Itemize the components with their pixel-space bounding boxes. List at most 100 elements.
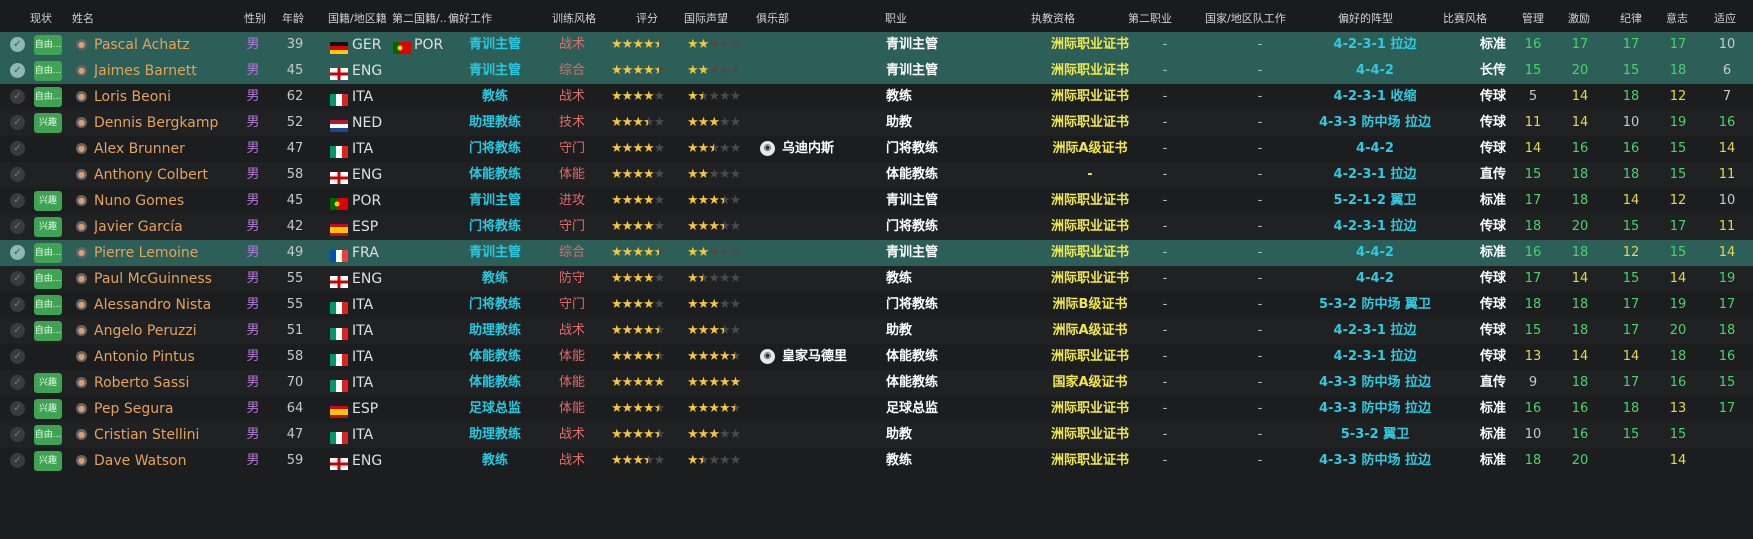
nationality-cell[interactable]: ITA bbox=[352, 292, 392, 318]
club-link[interactable]: 皇家马德里 bbox=[782, 344, 882, 370]
check-circle-icon[interactable]: ✓ bbox=[10, 375, 25, 390]
nationality-cell[interactable]: ENG bbox=[352, 448, 392, 474]
col-license[interactable]: 执教资格 bbox=[1031, 0, 1091, 32]
table-row[interactable]: ✓ 自由... ● Paul McGuinness 男 55 ENG 教练 防守 ★★★★★ ★★ ★… bbox=[0, 266, 1753, 292]
table-row[interactable]: ✓●Alex Brunner男47ITA门将教练守门★★★★★★★★★★★◉乌迪… bbox=[0, 136, 1753, 162]
check-circle-icon[interactable]: ✓ bbox=[10, 323, 25, 338]
check-circle-icon[interactable]: ✓ bbox=[10, 193, 25, 208]
nationality-cell[interactable]: NED bbox=[352, 110, 392, 136]
col-match-style[interactable]: 比赛风格 bbox=[1443, 0, 1503, 32]
flag-por-icon bbox=[393, 39, 411, 54]
status-badge: 自由... bbox=[34, 243, 62, 263]
age-cell: 58 bbox=[286, 167, 304, 182]
check-circle-icon[interactable]: ✓ bbox=[10, 401, 25, 416]
nationality-cell[interactable]: FRA bbox=[352, 240, 392, 266]
nationality-cell[interactable]: ITA bbox=[352, 318, 392, 344]
table-row[interactable]: ✓ 自由... ● Cristian Stellini 男 47 ITA 助理教练 战术 ★★★★… bbox=[0, 422, 1753, 448]
second-nationality-cell[interactable]: POR bbox=[414, 32, 454, 58]
nationality-cell[interactable]: ITA bbox=[352, 344, 392, 370]
col-national-team-job[interactable]: 国家/地区队工作 bbox=[1205, 0, 1305, 32]
table-row[interactable]: ✓ 自由... ● Angelo Peruzzi 男 51 ITA 助理教练 战术 ★★★★★ ★★… bbox=[0, 318, 1753, 344]
check-circle-icon[interactable]: ✓ bbox=[10, 427, 25, 442]
flag-eng-icon bbox=[330, 455, 348, 470]
determination-cell: 15 bbox=[1669, 245, 1687, 260]
table-row[interactable]: ✓ 自由... ● Pierre Lemoine 男 49 FRA 青训主管 综合 ★★★★★ ★★… bbox=[0, 240, 1753, 266]
check-circle-icon[interactable]: ✓ bbox=[10, 453, 25, 468]
management-cell: 9 bbox=[1528, 375, 1538, 390]
preferred-formation-cell: 4-2-3-1 拉边 bbox=[1333, 323, 1417, 338]
license-cell: 洲际职业证书 bbox=[1050, 115, 1129, 130]
nationality-cell[interactable]: ITA bbox=[352, 422, 392, 448]
check-circle-icon[interactable]: ✓ bbox=[10, 63, 25, 78]
occupation-cell: 体能教练 bbox=[886, 375, 939, 390]
table-row[interactable]: ✓兴趣●Pep Segura男64ESP足球总监体能★★★★★★★★★★★★足球… bbox=[0, 396, 1753, 422]
col-status[interactable]: 现状 bbox=[30, 0, 70, 32]
col-motivation[interactable]: 激励 bbox=[1568, 0, 1598, 32]
management-cell: 17 bbox=[1524, 193, 1542, 208]
col-nationality[interactable]: 国籍/地区籍 bbox=[328, 0, 398, 32]
col-club[interactable]: 俱乐部 bbox=[756, 0, 816, 32]
col-management[interactable]: 管理 bbox=[1522, 0, 1552, 32]
check-circle-icon[interactable]: ✓ bbox=[10, 245, 25, 260]
nationality-cell[interactable]: ESP bbox=[352, 396, 392, 422]
table-row[interactable]: ✓兴趣●Dave Watson男59ENG教练战术★★★★★★★★★★★★教练洲… bbox=[0, 448, 1753, 474]
club-link[interactable]: 乌迪内斯 bbox=[782, 136, 882, 162]
discipline-cell: 15 bbox=[1622, 427, 1640, 442]
nationality-cell[interactable]: GER bbox=[352, 32, 392, 58]
table-row[interactable]: ✓ 自由... ● Alessandro Nista 男 55 ITA 门将教练 守门 ★★★★★… bbox=[0, 292, 1753, 318]
col-training-style[interactable]: 训练风格 bbox=[552, 0, 612, 32]
table-row[interactable]: ✓ 自由... ● Jaimes Barnett 男 45 ENG 青训主管 综合 ★★★★★ ★★… bbox=[0, 58, 1753, 84]
check-circle-icon[interactable]: ✓ bbox=[10, 167, 25, 182]
table-row[interactable]: ✓ 兴趣 ● Roberto Sassi 男 70 ITA 体能教练 体能 ★★★★★ ★★★★★ 体… bbox=[0, 370, 1753, 396]
check-circle-icon[interactable]: ✓ bbox=[10, 37, 25, 52]
col-second-occupation[interactable]: 第二职业 bbox=[1128, 0, 1188, 32]
determination-cell: 18 bbox=[1669, 349, 1687, 364]
col-name[interactable]: 姓名 bbox=[72, 0, 132, 32]
table-row[interactable]: ✓ ● Anthony Colbert 男 58 ENG 体能教练 体能 ★★★★★ ★★★★★ 体… bbox=[0, 162, 1753, 188]
col-reputation[interactable]: 国际声望 bbox=[684, 0, 744, 32]
col-determination[interactable]: 意志 bbox=[1666, 0, 1696, 32]
flag-por-icon bbox=[330, 195, 348, 210]
preferred-job-cell: 门将教练 bbox=[468, 297, 521, 312]
nationality-cell[interactable]: POR bbox=[352, 188, 392, 214]
nationality-cell[interactable]: ENG bbox=[352, 58, 392, 84]
table-row[interactable]: ✓●Antonio Pintus男58ITA体能教练体能★★★★★★★★★★★★… bbox=[0, 344, 1753, 370]
check-circle-icon[interactable]: ✓ bbox=[10, 349, 25, 364]
check-circle-icon[interactable]: ✓ bbox=[10, 271, 25, 286]
second-occupation-cell: - bbox=[1162, 453, 1168, 468]
training-style-cell: 综合 bbox=[558, 63, 585, 78]
check-circle-icon[interactable]: ✓ bbox=[10, 297, 25, 312]
col-preferred-job[interactable]: 偏好工作 bbox=[448, 0, 508, 32]
age-cell: 58 bbox=[286, 349, 304, 364]
nationality-cell[interactable]: ESP bbox=[352, 214, 392, 240]
preferred-formation-cell: 4-4-2 bbox=[1356, 271, 1394, 286]
nationality-cell[interactable]: ENG bbox=[352, 162, 392, 188]
col-occupation[interactable]: 职业 bbox=[885, 0, 945, 32]
table-row[interactable]: ✓兴趣●Nuno Gomes男45POR青训主管进攻★★★★★★★★★★★青训主… bbox=[0, 188, 1753, 214]
col-preferred-formation[interactable]: 偏好的阵型 bbox=[1338, 0, 1418, 32]
col-rating[interactable]: 评分 bbox=[636, 0, 676, 32]
col-discipline[interactable]: 纪律 bbox=[1620, 0, 1650, 32]
nationality-cell[interactable]: ENG bbox=[352, 266, 392, 292]
col-gender[interactable]: 性别 bbox=[244, 0, 274, 32]
gender-cell: 男 bbox=[246, 375, 260, 390]
col-age[interactable]: 年龄 bbox=[282, 0, 312, 32]
discipline-cell: 15 bbox=[1622, 63, 1640, 78]
table-row[interactable]: ✓ 兴趣 ● Dennis Bergkamp 男 52 NED 助理教练 技术 ★★★★ ★ ★★★★… bbox=[0, 110, 1753, 136]
second-occupation-cell: - bbox=[1162, 167, 1168, 182]
col-second-nationality[interactable]: 第二国籍/... bbox=[392, 0, 446, 32]
nationality-cell[interactable]: ITA bbox=[352, 84, 392, 110]
table-row[interactable]: ✓兴趣●Javier García男42ESP门将教练守门★★★★★★★★★★★… bbox=[0, 214, 1753, 240]
license-cell: 洲际职业证书 bbox=[1050, 37, 1129, 52]
col-adaptability[interactable]: 适应 bbox=[1714, 0, 1744, 32]
check-circle-icon[interactable]: ✓ bbox=[10, 219, 25, 234]
nationality-cell[interactable]: ITA bbox=[352, 136, 392, 162]
second-occupation-cell: - bbox=[1162, 427, 1168, 442]
management-cell: 15 bbox=[1524, 323, 1542, 338]
check-circle-icon[interactable]: ✓ bbox=[10, 115, 25, 130]
table-row[interactable]: ✓自由...●Loris Beoni男62ITA教练战术★★★★★★★★★★★教… bbox=[0, 84, 1753, 110]
check-circle-icon[interactable]: ✓ bbox=[10, 89, 25, 104]
check-circle-icon[interactable]: ✓ bbox=[10, 141, 25, 156]
table-row[interactable]: ✓ 自由... ● Pascal Achatz 男 39 GER POR 青训主管 战术 ★★★★★… bbox=[0, 32, 1753, 58]
nationality-cell[interactable]: ITA bbox=[352, 370, 392, 396]
